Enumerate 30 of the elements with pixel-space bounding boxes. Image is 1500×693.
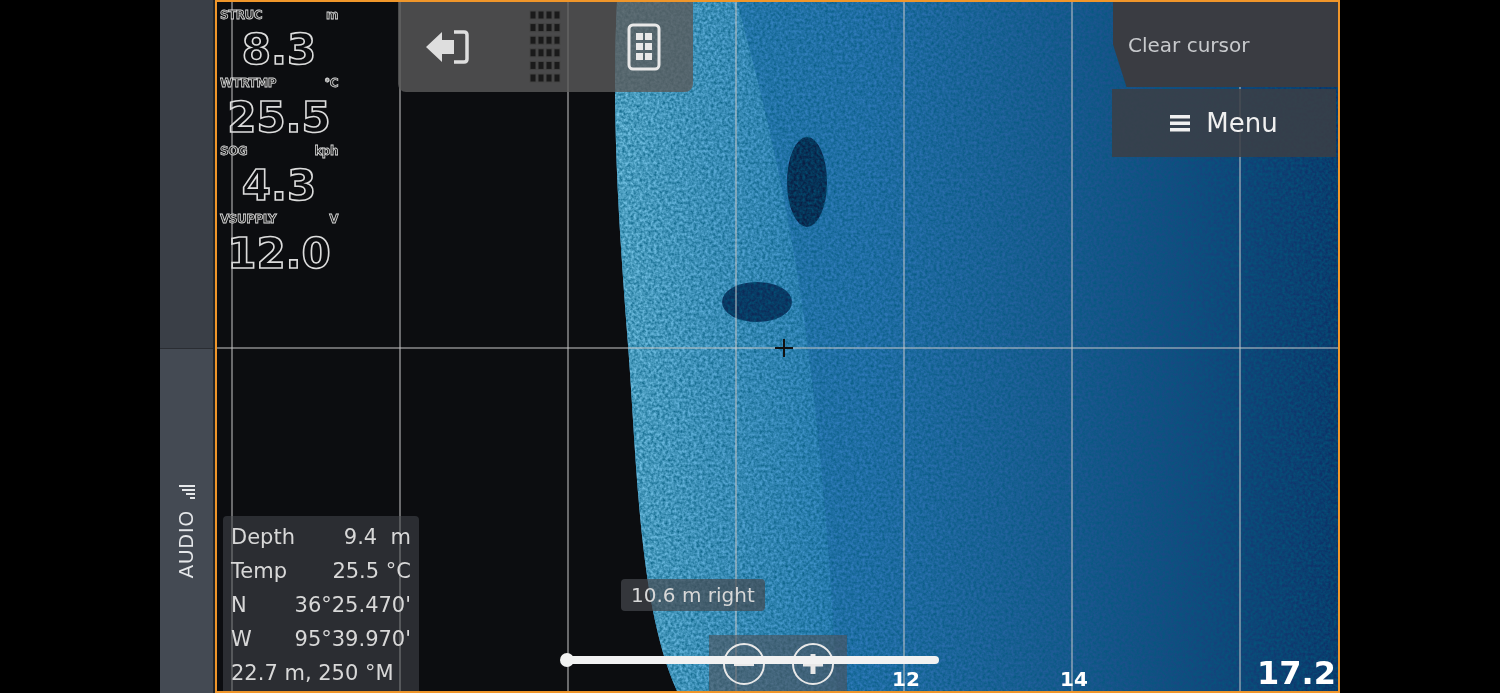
info-label: W — [231, 626, 252, 653]
scale-label: 12 — [892, 669, 920, 689]
exit-icon — [424, 28, 471, 66]
info-value: 25.5 °C — [332, 558, 411, 585]
info-value: 22.7 m, 250 °M — [231, 660, 394, 687]
distance-label: 10.6 m right — [621, 579, 765, 611]
menu-label: Menu — [1206, 108, 1278, 138]
instrument-unit: °C — [324, 76, 338, 92]
info-value: 36°25.470' — [294, 592, 411, 619]
instrument-value: 12.0 — [226, 228, 332, 280]
cursor-icon — [775, 339, 793, 357]
instrument-unit: m — [326, 8, 338, 24]
menu-icon — [1170, 114, 1191, 132]
scale-label: 14 — [1060, 669, 1088, 689]
instrument-unit: V — [329, 212, 338, 228]
info-label: N — [231, 592, 247, 619]
instrument-unit: kph — [314, 144, 338, 160]
instrument-value: 25.5 — [226, 92, 332, 144]
range-value: 17.2 — [1257, 657, 1336, 689]
instrument-value: 4.3 — [240, 160, 318, 212]
info-label: Temp — [231, 558, 287, 585]
dot-grid-icon — [529, 9, 562, 85]
instrument-value: 8.3 — [240, 24, 318, 76]
clear-cursor-button[interactable]: Clear cursor — [1113, 2, 1338, 87]
audio-tab[interactable]: AUDIO — [160, 348, 213, 693]
info-label: Depth — [231, 524, 295, 551]
menu-button[interactable]: Menu — [1112, 89, 1336, 157]
grid-icon — [626, 23, 661, 71]
info-value: 9.4 m — [343, 524, 411, 551]
info-value: 95°39.970' — [294, 626, 411, 653]
